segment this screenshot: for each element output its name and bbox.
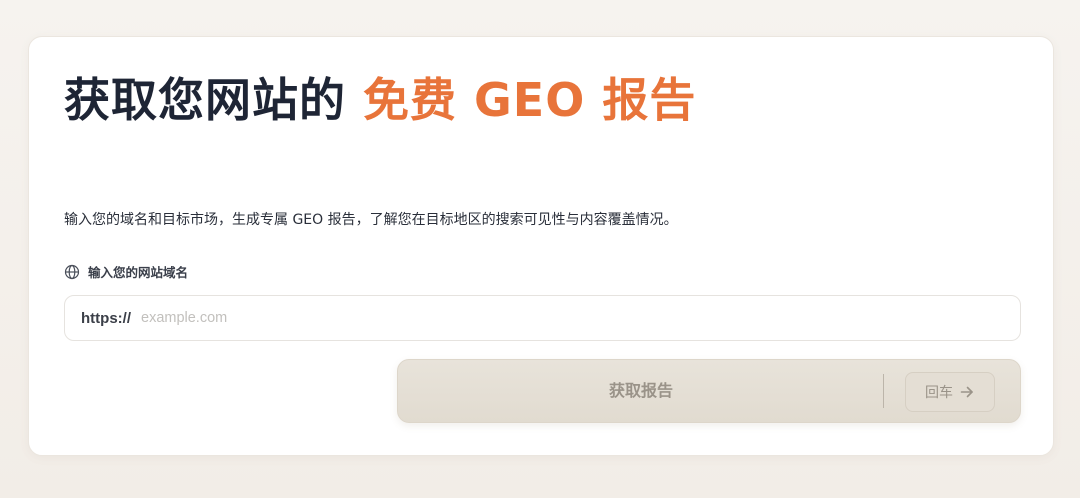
url-prefix: https:// — [81, 309, 131, 327]
button-divider — [883, 374, 884, 408]
enter-key-label: 回车 — [925, 385, 953, 401]
url-input-box[interactable]: https:// — [64, 295, 1021, 341]
enter-key-hint[interactable]: 回车 — [905, 372, 995, 412]
get-report-button[interactable]: 获取报告 回车 — [397, 359, 1021, 423]
arrow-right-icon — [959, 384, 975, 400]
title-main: 获取您网站的 — [64, 73, 346, 127]
report-card: 获取您网站的 免费 GEO 报告 输入您的域名和目标市场，生成专属 GEO 报告… — [28, 36, 1054, 456]
page-subtitle: 输入您的域名和目标市场，生成专属 GEO 报告，了解您在目标地区的搜索可见性与内… — [64, 212, 678, 228]
get-report-label: 获取报告 — [608, 381, 673, 400]
domain-field-label: 输入您的网站域名 — [88, 265, 189, 280]
domain-input[interactable] — [141, 303, 1020, 333]
title-accent: 免费 GEO 报告 — [363, 73, 697, 127]
globe-icon — [64, 264, 80, 280]
domain-field-label-row: 输入您的网站域名 — [64, 262, 188, 281]
page-title: 获取您网站的 免费 GEO 报告 — [64, 71, 704, 129]
